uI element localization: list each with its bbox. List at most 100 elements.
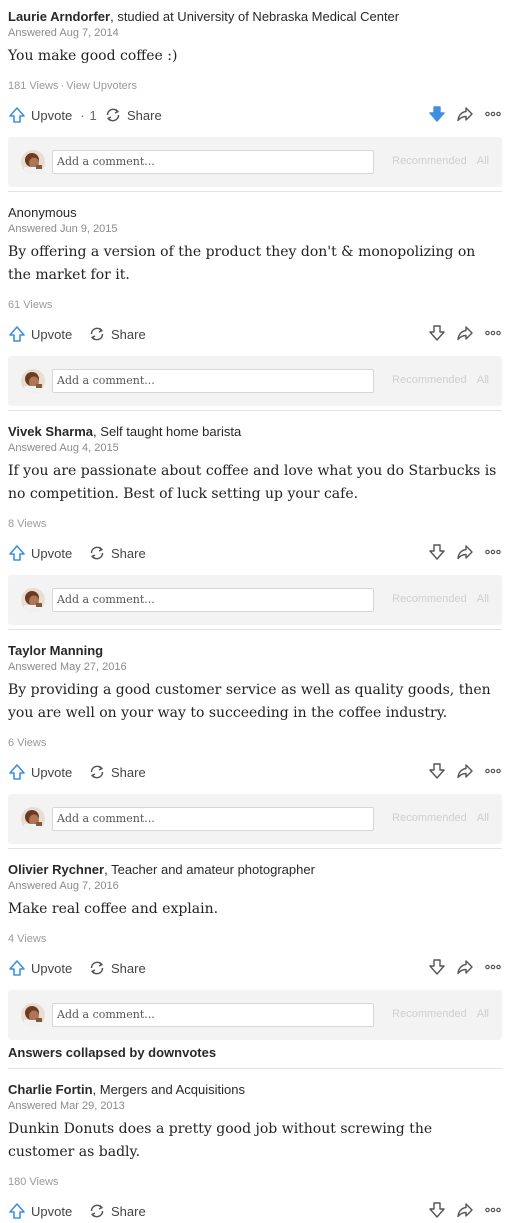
more-dots-icon[interactable] xyxy=(484,324,502,342)
answered-date[interactable]: Answered Mar 29, 2013 xyxy=(8,1099,502,1113)
share-label: Share xyxy=(111,545,146,561)
author-name[interactable]: Olivier Rychner xyxy=(8,862,104,877)
forward-icon[interactable] xyxy=(456,324,474,342)
answer-item: Taylor Manning Answered May 27, 2016 By … xyxy=(8,643,502,844)
view-stats: 181 Views · View Upvoters xyxy=(8,79,502,93)
author-credential: , Self taught home barista xyxy=(93,424,242,439)
view-count: 61 Views xyxy=(8,299,53,311)
downvote-arrow-icon[interactable] xyxy=(428,543,446,561)
view-count: 6 Views xyxy=(8,737,47,749)
downvote-arrow-icon[interactable] xyxy=(428,105,446,123)
comment-input[interactable]: Add a comment... xyxy=(52,150,374,174)
tab-all[interactable]: All xyxy=(477,374,489,386)
author-line: Laurie Arndorfer, studied at University … xyxy=(8,9,502,25)
downvote-arrow-icon[interactable] xyxy=(428,958,446,976)
more-dots-icon[interactable] xyxy=(484,1201,502,1219)
comment-input[interactable]: Add a comment... xyxy=(52,1003,374,1027)
share-button[interactable]: Share xyxy=(88,322,146,346)
upvote-button[interactable]: Upvote · 1 xyxy=(8,103,97,127)
share-icon xyxy=(90,327,104,341)
upvote-button[interactable]: Upvote xyxy=(8,956,72,980)
comment-input[interactable]: Add a comment... xyxy=(52,807,374,831)
forward-icon[interactable] xyxy=(456,958,474,976)
view-count: 181 Views xyxy=(8,80,59,92)
answer-item: Laurie Arndorfer, studied at University … xyxy=(8,9,502,187)
answer-body: By offering a version of the product the… xyxy=(8,244,476,283)
action-bar: Upvote Share xyxy=(8,760,502,784)
author-name[interactable]: Taylor Manning xyxy=(8,643,103,658)
upvote-arrow-icon xyxy=(9,764,25,780)
comment-input[interactable]: Add a comment... xyxy=(52,588,374,612)
view-count: 180 Views xyxy=(8,1176,59,1188)
tab-recommended[interactable]: Recommended xyxy=(392,1008,467,1020)
comment-tabs: Recommended All xyxy=(392,1008,489,1020)
answer-item: Charlie Fortin, Mergers and Acquisitions… xyxy=(8,1082,502,1223)
upvote-arrow-icon xyxy=(9,545,25,561)
tab-all[interactable]: All xyxy=(477,593,489,605)
upvote-button[interactable]: Upvote xyxy=(8,322,72,346)
share-button[interactable]: Share xyxy=(88,541,146,565)
more-dots-icon[interactable] xyxy=(484,105,502,123)
tab-recommended[interactable]: Recommended xyxy=(392,593,467,605)
downvote-arrow-icon[interactable] xyxy=(428,762,446,780)
upvote-label: Upvote xyxy=(31,326,73,342)
forward-icon[interactable] xyxy=(456,105,474,123)
answer-body: Make real coffee and explain. xyxy=(8,901,219,917)
share-button[interactable]: Share xyxy=(104,103,162,127)
author-name[interactable]: Laurie Arndorfer xyxy=(8,9,110,24)
upvote-arrow-icon xyxy=(9,107,25,123)
forward-icon[interactable] xyxy=(456,543,474,561)
answered-date[interactable]: Answered Aug 7, 2014 xyxy=(8,26,502,40)
author-name[interactable]: Charlie Fortin xyxy=(8,1082,93,1097)
upvote-count: 1 xyxy=(89,107,97,123)
downvote-arrow-icon[interactable] xyxy=(428,1201,446,1219)
comment-input[interactable]: Add a comment... xyxy=(52,369,374,393)
comment-box: Add a comment... Recommended All xyxy=(8,794,502,844)
comment-box: Add a comment... Recommended All xyxy=(8,137,502,187)
comment-box: Add a comment... Recommended All xyxy=(8,990,502,1040)
tab-recommended[interactable]: Recommended xyxy=(392,812,467,824)
view-count: 8 Views xyxy=(8,518,47,530)
comment-tabs: Recommended All xyxy=(392,593,489,605)
share-button[interactable]: Share xyxy=(88,760,146,784)
share-button[interactable]: Share xyxy=(88,956,146,980)
upvote-button[interactable]: Upvote xyxy=(8,1199,72,1223)
tab-recommended[interactable]: Recommended xyxy=(392,155,467,167)
tab-recommended[interactable]: Recommended xyxy=(392,374,467,386)
tab-all[interactable]: All xyxy=(477,155,489,167)
upvote-label: Upvote xyxy=(31,764,73,780)
divider xyxy=(8,410,502,411)
more-dots-icon[interactable] xyxy=(484,762,502,780)
share-icon xyxy=(90,765,104,779)
view-separator: · xyxy=(60,80,65,92)
view-stats: 180 Views xyxy=(8,1175,502,1189)
tab-all[interactable]: All xyxy=(477,1008,489,1020)
view-stats: 4 Views xyxy=(8,932,502,946)
share-button[interactable]: Share xyxy=(88,1199,146,1223)
upvote-button[interactable]: Upvote xyxy=(8,541,72,565)
answered-date[interactable]: Answered Aug 7, 2016 xyxy=(8,879,502,893)
forward-icon[interactable] xyxy=(456,762,474,780)
more-dots-icon[interactable] xyxy=(484,543,502,561)
share-icon xyxy=(90,546,104,560)
answered-date[interactable]: Answered Aug 4, 2015 xyxy=(8,441,502,455)
answer-item: Anonymous Answered Jun 9, 2015 By offeri… xyxy=(8,205,502,406)
share-label: Share xyxy=(111,960,146,976)
forward-icon[interactable] xyxy=(456,1201,474,1219)
answered-date[interactable]: Answered Jun 9, 2015 xyxy=(8,222,502,236)
tab-all[interactable]: All xyxy=(477,812,489,824)
action-bar: Upvote Share xyxy=(8,541,502,565)
downvote-arrow-icon[interactable] xyxy=(428,324,446,342)
upvote-button[interactable]: Upvote xyxy=(8,760,72,784)
author-name[interactable]: Vivek Sharma xyxy=(8,424,93,439)
author-name[interactable]: Anonymous xyxy=(8,205,77,220)
answered-date[interactable]: Answered May 27, 2016 xyxy=(8,660,502,674)
more-dots-icon[interactable] xyxy=(484,958,502,976)
author-credential: , Mergers and Acquisitions xyxy=(92,1082,245,1097)
view-upvoters-link[interactable]: View Upvoters xyxy=(66,80,137,92)
answer-body: If you are passionate about coffee and l… xyxy=(8,463,497,502)
author-credential: , studied at University of Nebraska Medi… xyxy=(110,9,400,24)
upvote-arrow-icon xyxy=(9,1203,25,1219)
share-icon xyxy=(106,108,120,122)
comment-tabs: Recommended All xyxy=(392,374,489,386)
